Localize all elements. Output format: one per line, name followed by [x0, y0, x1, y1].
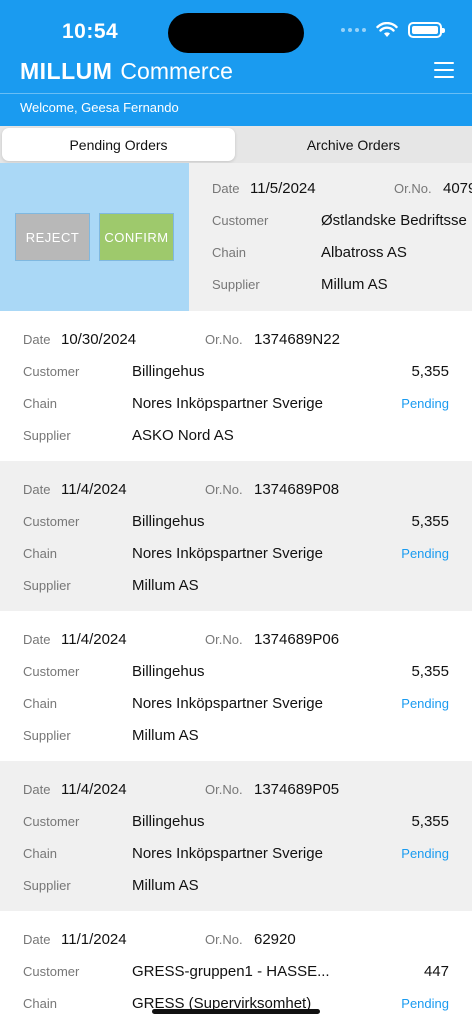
order-chain: Nores Inköpspartner Sverige	[132, 544, 323, 562]
brand-main: MILLUM	[20, 58, 113, 84]
order-chain: Nores Inköpspartner Sverige	[132, 394, 323, 412]
order-item[interactable]: Date 10/30/2024 Or.No. 1374689N22 Custom…	[0, 311, 472, 461]
order-item[interactable]: Date 11/4/2024 Or.No. 1374689P05 Custome…	[0, 761, 472, 911]
status-time: 10:54	[62, 20, 119, 43]
customer-label: Customer	[23, 813, 80, 829]
status-bar: 10:54	[0, 0, 472, 62]
header-divider	[0, 93, 472, 94]
order-customer: Østlandske Bedriftsse	[321, 211, 467, 229]
status-badge: Pending	[401, 845, 449, 861]
order-date: 11/5/2024	[250, 179, 316, 197]
battery-icon	[408, 22, 445, 38]
customer-label: Customer	[23, 363, 80, 379]
order-tabs: Pending Orders Archive Orders	[0, 126, 472, 163]
order-supplier: Millum AS	[132, 876, 199, 894]
order-date: 10/30/2024	[61, 330, 137, 348]
confirm-button[interactable]: CONFIRM	[99, 213, 174, 261]
cellular-signal-icon	[341, 28, 366, 32]
dynamic-island	[168, 13, 304, 53]
order-amount: 5,355	[411, 812, 449, 830]
chain-label: Chain	[23, 845, 57, 861]
chain-label: Chain	[23, 995, 57, 1011]
order-customer: Billingehus	[132, 812, 205, 830]
order-item[interactable]: REJECT CONFIRM Date 11/5/2024 Or.No. 407…	[0, 163, 472, 311]
swipe-actions: REJECT CONFIRM	[0, 163, 189, 311]
customer-label: Customer	[23, 963, 80, 979]
orno-label: Or.No.	[205, 331, 243, 347]
order-number: 62920	[254, 930, 296, 948]
order-customer: Billingehus	[132, 662, 205, 680]
order-customer: GRESS-gruppen1 - HASSE...	[132, 962, 330, 980]
status-badge: Pending	[401, 695, 449, 711]
reject-button[interactable]: REJECT	[15, 213, 90, 261]
order-supplier: Millum AS	[321, 275, 388, 293]
order-amount: 5,355	[411, 662, 449, 680]
order-amount: 447	[423, 962, 449, 980]
order-number: 1374689P06	[254, 630, 340, 648]
date-label: Date	[23, 481, 51, 497]
order-item[interactable]: Date 11/4/2024 Or.No. 1374689P08 Custome…	[0, 461, 472, 611]
chain-label: Chain	[23, 395, 57, 411]
date-label: Date	[23, 331, 51, 347]
chain-label: Chain	[23, 695, 57, 711]
order-number: 1374689P05	[254, 780, 340, 798]
order-list: REJECT CONFIRM Date 11/5/2024 Or.No. 407…	[0, 163, 472, 1022]
supplier-label: Supplier	[23, 727, 71, 743]
order-date: 11/4/2024	[61, 630, 127, 648]
home-indicator	[152, 1009, 320, 1014]
order-number: 1374689P08	[254, 480, 340, 498]
order-customer: Billingehus	[132, 512, 205, 530]
brand-sub: Commerce	[120, 58, 233, 84]
status-badge: Pending	[401, 545, 449, 561]
order-supplier: Millum AS	[132, 576, 199, 594]
supplier-label: Supplier	[23, 577, 71, 593]
orno-label: Or.No.	[205, 781, 243, 797]
orno-label: Or.No.	[205, 481, 243, 497]
wifi-icon	[376, 22, 398, 37]
date-label: Date	[23, 931, 51, 947]
supplier-label: Supplier	[23, 427, 71, 443]
order-amount: 5,355	[411, 512, 449, 530]
order-date: 11/4/2024	[61, 780, 127, 798]
order-date: 11/1/2024	[61, 930, 127, 948]
order-item[interactable]: Date 11/1/2024 Or.No. 62920 Customer GRE…	[0, 911, 472, 1022]
supplier-label: Supplier	[23, 877, 71, 893]
orno-label: Or.No.	[205, 631, 243, 647]
date-label: Date	[23, 781, 51, 797]
date-label: Date	[212, 180, 240, 196]
order-chain: Albatross AS	[321, 243, 407, 261]
customer-label: Customer	[212, 212, 269, 228]
status-badge: Pending	[401, 395, 449, 411]
order-chain: Nores Inköpspartner Sverige	[132, 844, 323, 862]
status-icons	[341, 22, 445, 38]
order-date: 11/4/2024	[61, 480, 127, 498]
app-brand: MILLUM Commerce	[20, 58, 233, 85]
hamburger-menu-icon[interactable]	[434, 60, 454, 80]
tab-archive-orders[interactable]: Archive Orders	[237, 128, 470, 161]
date-label: Date	[23, 631, 51, 647]
order-supplier: ASKO Nord AS	[132, 426, 234, 444]
orno-label: Or.No.	[205, 931, 243, 947]
orno-label: Or.No.	[394, 180, 432, 196]
chain-label: Chain	[212, 244, 246, 260]
order-item[interactable]: Date 11/4/2024 Or.No. 1374689P06 Custome…	[0, 611, 472, 761]
supplier-label: Supplier	[212, 276, 260, 292]
order-chain: Nores Inköpspartner Sverige	[132, 694, 323, 712]
welcome-text: Welcome, Geesa Fernando	[20, 100, 179, 115]
order-number: 1374689N22	[254, 330, 340, 348]
order-customer: Billingehus	[132, 362, 205, 380]
tab-pending-orders[interactable]: Pending Orders	[2, 128, 235, 161]
customer-label: Customer	[23, 513, 80, 529]
app-header: 10:54 MILLUM Commerce Welcome, Geesa Fer…	[0, 0, 472, 126]
order-supplier: Millum AS	[132, 726, 199, 744]
customer-label: Customer	[23, 663, 80, 679]
order-number: 4079	[443, 179, 472, 197]
status-badge: Pending	[401, 995, 449, 1011]
order-amount: 5,355	[411, 362, 449, 380]
chain-label: Chain	[23, 545, 57, 561]
order-content-shifted[interactable]: Date 11/5/2024 Or.No. 4079 Customer Østl…	[189, 163, 472, 311]
